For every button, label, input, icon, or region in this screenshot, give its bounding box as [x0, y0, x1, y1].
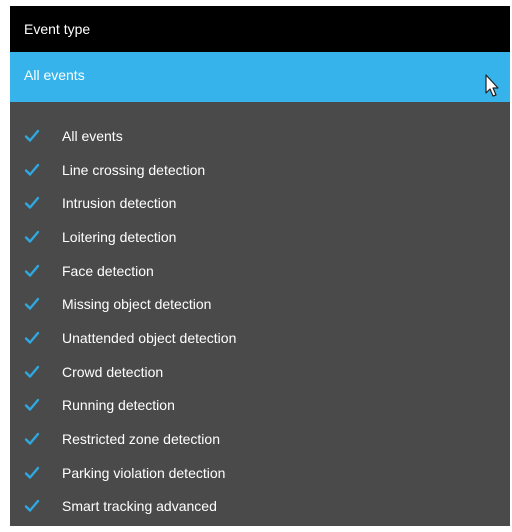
- event-option-label: Missing object detection: [62, 296, 212, 313]
- event-option-label: Intrusion detection: [62, 195, 177, 212]
- event-option-label: Face detection: [62, 262, 154, 279]
- event-option-item[interactable]: Crowd detection: [10, 355, 510, 389]
- event-option-label: Smart tracking advanced: [62, 498, 217, 515]
- event-option-item[interactable]: Loitering detection: [10, 220, 510, 254]
- check-icon: [24, 163, 40, 176]
- check-icon: [24, 365, 40, 378]
- check-icon: [24, 331, 40, 344]
- event-option-label: All events: [62, 127, 123, 144]
- check-icon: [24, 399, 40, 412]
- event-option-item[interactable]: Smart tracking advanced: [10, 490, 510, 524]
- check-icon: [24, 197, 40, 209]
- check-icon: [24, 466, 40, 479]
- event-option-item[interactable]: Restricted zone detection: [10, 422, 510, 456]
- event-option-item[interactable]: Missing object detection: [10, 287, 510, 321]
- event-option-item[interactable]: Running detection: [10, 389, 510, 423]
- event-option-label: Restricted zone detection: [62, 431, 220, 448]
- event-type-panel: Event type All events All events Line cro…: [10, 6, 510, 526]
- event-type-dropdown[interactable]: All events: [10, 52, 510, 102]
- event-option-item[interactable]: Intrusion detection: [10, 186, 510, 220]
- event-option-item[interactable]: Parking violation detection: [10, 456, 510, 490]
- event-option-label: Unattended object detection: [62, 329, 237, 346]
- event-option-label: Parking violation detection: [62, 464, 226, 481]
- event-option-item[interactable]: Line crossing detection: [10, 153, 510, 187]
- mouse-cursor-icon: [485, 74, 499, 97]
- event-option-label: Crowd detection: [62, 363, 164, 380]
- event-option-item[interactable]: All events: [10, 119, 510, 153]
- event-option-label: Loitering detection: [62, 228, 177, 245]
- event-option-item[interactable]: Face detection: [10, 254, 510, 288]
- event-option-label: Running detection: [62, 397, 175, 414]
- panel-title: Event type: [10, 6, 510, 52]
- check-icon: [24, 129, 40, 142]
- dropdown-selected-value: All events: [24, 67, 85, 83]
- check-icon: [24, 432, 40, 445]
- check-icon: [24, 500, 40, 513]
- event-option-label: Line crossing detection: [62, 161, 206, 178]
- event-type-options: All events Line crossing detection Intrusi…: [10, 102, 510, 523]
- check-icon: [24, 298, 40, 310]
- check-icon: [24, 230, 40, 243]
- check-icon: [24, 264, 40, 277]
- event-option-item[interactable]: Unattended object detection: [10, 321, 510, 355]
